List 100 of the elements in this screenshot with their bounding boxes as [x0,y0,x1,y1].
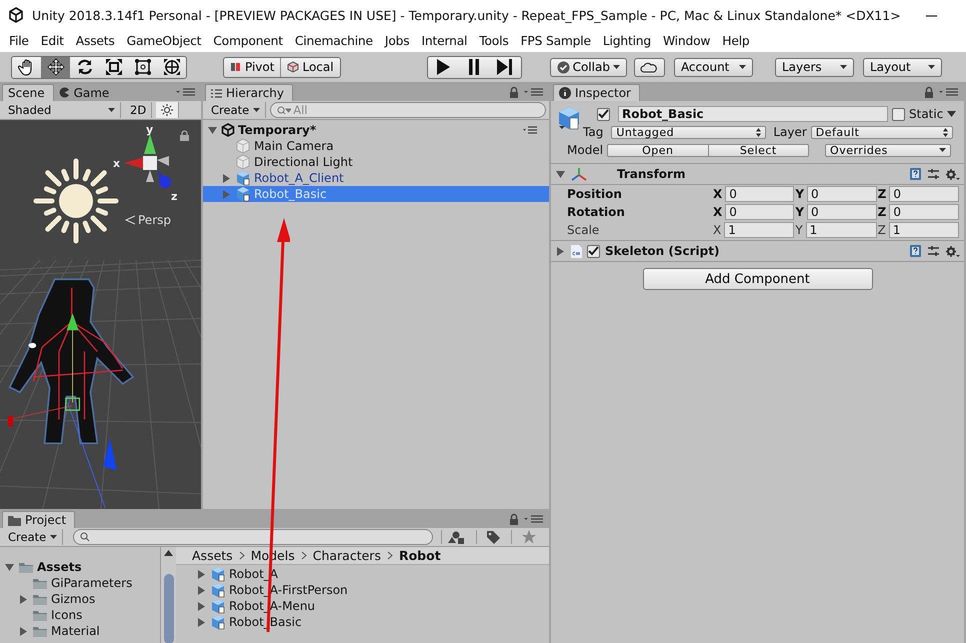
folder-item[interactable]: Gizmos [51,592,96,606]
number-field[interactable]: 0 [807,186,877,202]
number-field[interactable]: 0 [889,204,959,220]
pause-icon [468,59,480,75]
folder-item[interactable]: Icons [51,608,82,622]
name-field[interactable]: Robot_Basic [618,106,888,122]
scrollbar-thumb[interactable] [164,574,174,643]
scene-tab[interactable]: Scene [2,84,54,101]
breadcrumb-item[interactable]: Characters [312,548,381,563]
menu-item[interactable]: Cinemachine [288,34,379,48]
cloud-button[interactable] [634,58,665,76]
panel-menu-icon [938,86,960,96]
component-title[interactable]: Transform [617,167,686,181]
menu-item[interactable]: Assets [70,34,121,48]
number-field[interactable]: 1 [888,222,959,238]
axis-label[interactable]: Y [795,205,804,219]
axis-label[interactable]: Y [795,187,804,201]
number-field[interactable]: 0 [725,204,794,220]
number-field[interactable]: 0 [889,186,959,202]
pacman-icon [58,87,70,98]
panel-menu-icon [523,514,545,524]
axis-gizmo[interactable] [124,134,171,188]
lock-icon [509,86,519,98]
lighting-toggle[interactable] [156,102,180,118]
search-icon [277,106,292,114]
scene-tab[interactable]: Game [54,84,118,101]
shading-dropdown[interactable]: Shaded [3,102,121,118]
axis-label[interactable]: X [713,187,722,201]
folder-icon [18,560,34,574]
projection-label[interactable]: Persp [125,213,171,227]
add-component-button[interactable]: Add Component [642,268,872,290]
chevron-icon [300,551,307,560]
hierarchy-item[interactable]: Directional Light [203,154,549,170]
menu-item[interactable]: GameObject [120,34,208,48]
axis-label[interactable]: Z [878,223,886,237]
prefab-cube-icon [235,170,251,186]
component-title[interactable]: Skeleton (Script) [605,244,720,258]
overrides-dropdown[interactable]: Overrides [825,144,952,156]
account-dropdown[interactable]: Account [674,58,753,76]
play-icon [436,59,450,75]
breadcrumb-item[interactable]: Assets [192,548,233,563]
collab-button[interactable]: Collab [550,58,627,76]
menu-item[interactable]: Edit [34,34,70,48]
axis-label[interactable]: Y [795,223,803,237]
local-button[interactable]: Local [281,58,340,76]
open-button[interactable]: Open [607,144,709,156]
folder-item[interactable]: Material [51,624,100,638]
property-label: Scale [567,223,600,237]
menu-item[interactable]: Component [207,34,289,48]
scene-viewport[interactable]: y x z Persp [0,120,201,509]
number-field[interactable]: 1 [806,222,877,238]
menu-item[interactable]: File [3,34,35,48]
axis-label[interactable]: Z [878,187,886,201]
expanded-triangle-icon [5,562,14,572]
rect-tool-icon [134,58,152,76]
dropdown-arrow-icon [738,65,746,69]
chevron-icon [386,551,393,560]
enabled-checkbox[interactable] [587,244,600,258]
menu-item[interactable]: Window [656,34,716,48]
select-button[interactable]: Select [708,144,810,156]
number-field[interactable]: 0 [807,204,877,220]
number-field[interactable]: 0 [725,186,794,202]
2d-toggle[interactable]: 2D [125,102,152,118]
axis-label[interactable]: Z [878,205,886,219]
cube-icon [287,61,300,73]
layer-label: Layer [773,125,807,139]
menu-item[interactable]: Internal [415,34,474,48]
tool-button[interactable] [41,56,70,78]
static-label: Static [909,107,944,121]
layout-dropdown[interactable]: Layout [862,58,942,76]
menu-item[interactable]: Help [716,34,756,48]
layers-dropdown[interactable]: Layers [774,58,854,76]
hierarchy-tab[interactable]: Hierarchy [205,84,294,101]
hierarchy-item[interactable]: Robot_A_Client [203,170,549,186]
inspector-tab[interactable]: Inspector [553,84,640,101]
number-field[interactable]: 1 [724,222,794,238]
folder-icon [32,624,48,638]
layer-dropdown[interactable]: Default [810,126,953,138]
pivot-button[interactable]: Pivot [224,58,282,76]
menu-item[interactable]: FPS Sample [514,34,597,48]
menu-item[interactable]: Jobs [378,34,416,48]
project-tab[interactable]: Project [2,511,76,528]
folder-item[interactable]: Assets [37,560,82,574]
scene-name[interactable]: Temporary* [238,123,316,137]
active-checkbox[interactable] [597,108,610,120]
create-dropdown[interactable]: Create [3,529,64,545]
menu-item[interactable]: Lighting [596,34,657,48]
create-dropdown[interactable]: Create [206,102,266,118]
dropdown-arrow-icon [253,108,260,112]
tag-dropdown[interactable]: Untagged [611,126,766,138]
search-field[interactable] [73,529,433,545]
menu-item[interactable]: Tools [473,34,515,48]
axis-label[interactable]: X [713,223,722,237]
robot-drawing[interactable] [8,278,134,508]
dropdown-arrow-icon [50,535,58,539]
static-checkbox[interactable] [892,108,905,120]
axis-label[interactable]: X [713,205,722,219]
hierarchy-item[interactable]: Main Camera [203,138,549,154]
folder-item[interactable]: GiParameters [51,576,132,590]
breadcrumb-item[interactable]: Robot [398,548,441,563]
